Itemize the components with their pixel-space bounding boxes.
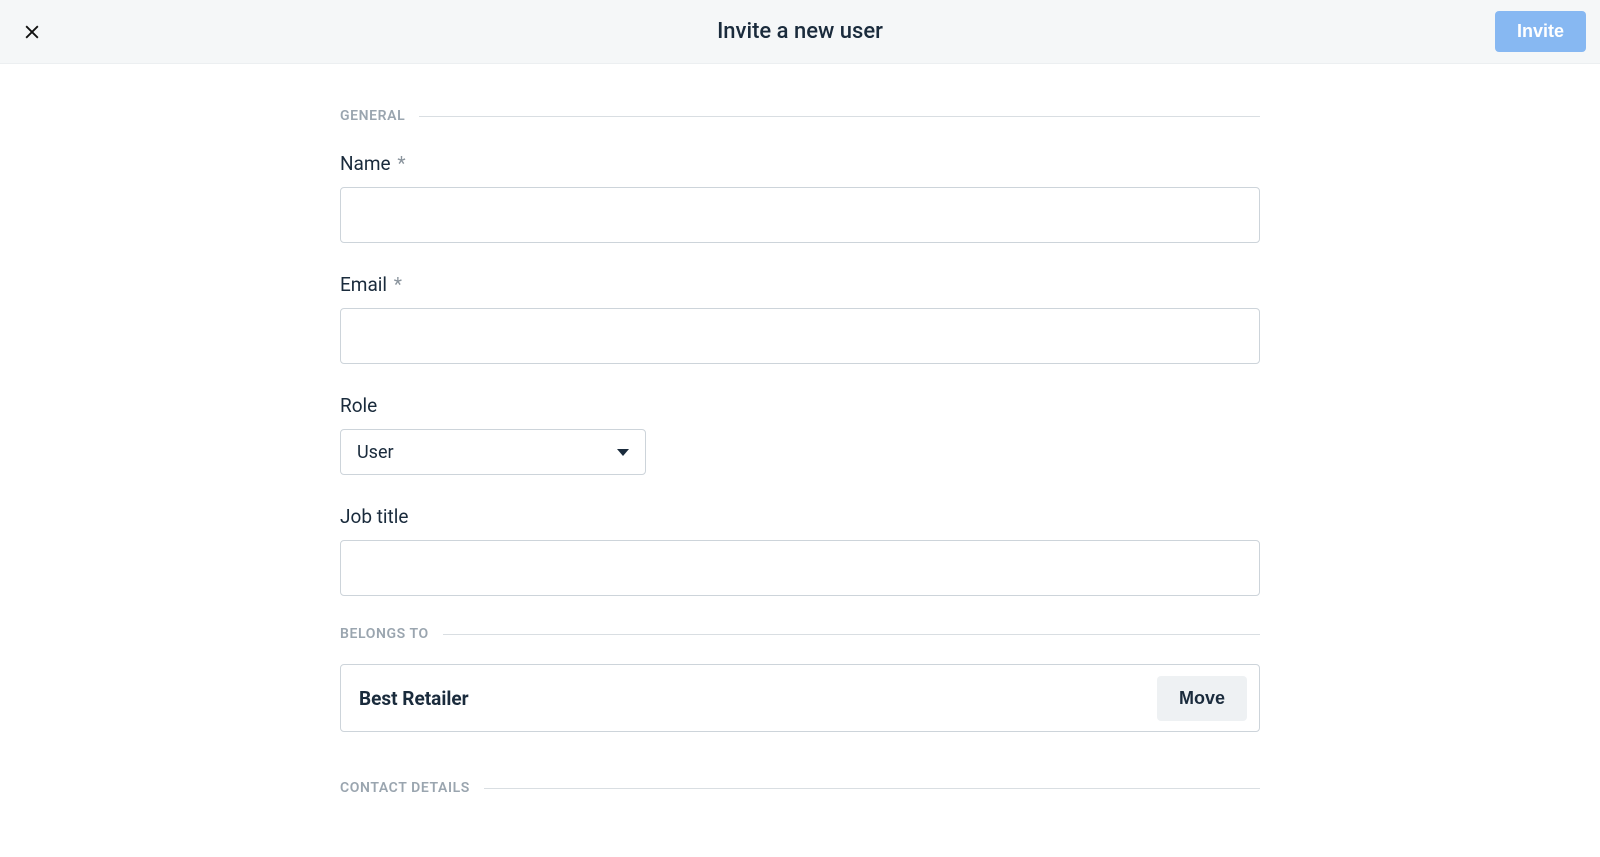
section-label-contact: CONTACT DETAILS — [340, 780, 470, 796]
section-label-general: GENERAL — [340, 108, 405, 124]
dialog-header: Invite a new user Invite — [0, 0, 1600, 64]
field-role: Role User — [340, 394, 1260, 475]
section-label-belongs: BELONGS TO — [340, 626, 429, 642]
name-label: Name * — [340, 152, 1260, 175]
invite-button[interactable]: Invite — [1495, 11, 1586, 52]
required-mark: * — [397, 152, 405, 175]
dialog-title: Invite a new user — [717, 19, 883, 44]
close-button[interactable] — [14, 14, 50, 50]
field-name: Name * — [340, 152, 1260, 243]
organization-name: Best Retailer — [359, 687, 469, 710]
role-select[interactable]: User — [340, 429, 646, 475]
form-content: GENERAL Name * Email * Role User Job tit… — [340, 64, 1260, 796]
section-belongs-to: BELONGS TO — [340, 626, 1260, 642]
close-icon — [22, 22, 42, 42]
role-selected-value: User — [357, 442, 394, 463]
job-title-label: Job title — [340, 505, 1260, 528]
name-input[interactable] — [340, 187, 1260, 243]
section-contact-details: CONTACT DETAILS — [340, 780, 1260, 796]
section-divider — [419, 116, 1260, 117]
organization-row: Best Retailer Move — [340, 664, 1260, 732]
field-email: Email * — [340, 273, 1260, 364]
required-mark: * — [394, 273, 402, 296]
chevron-down-icon — [617, 449, 629, 456]
job-title-input[interactable] — [340, 540, 1260, 596]
role-label: Role — [340, 394, 1260, 417]
section-divider — [443, 634, 1260, 635]
field-job-title: Job title — [340, 505, 1260, 596]
section-general: GENERAL — [340, 108, 1260, 124]
move-button[interactable]: Move — [1157, 676, 1247, 721]
email-label: Email * — [340, 273, 1260, 296]
email-input[interactable] — [340, 308, 1260, 364]
section-divider — [484, 788, 1260, 789]
